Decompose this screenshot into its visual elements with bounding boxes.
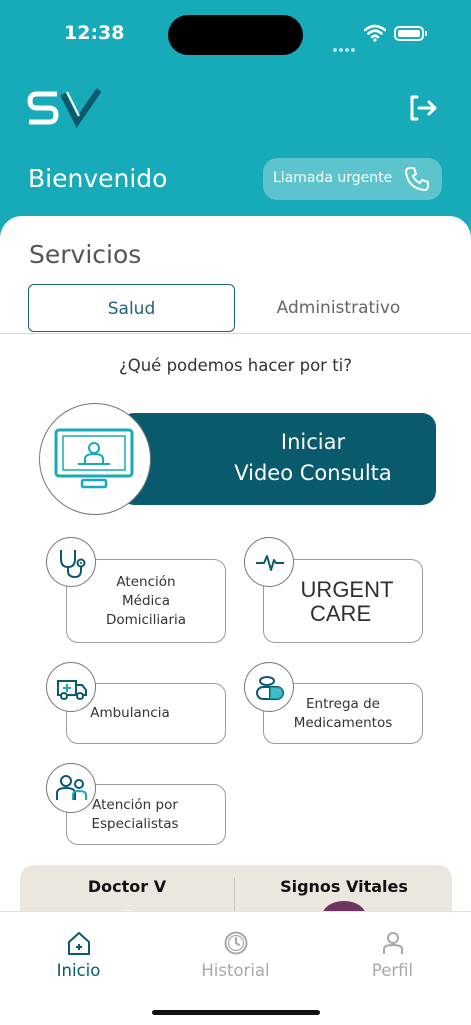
home-indicator	[152, 1010, 320, 1015]
app-header: 12:38 Bienvenido Llamada urgente	[0, 0, 471, 250]
service-ambulance[interactable]: Ambulancia	[46, 662, 226, 744]
video-consult-icon-circle[interactable]	[39, 403, 151, 515]
nav-label-historial: Historial	[201, 961, 270, 980]
urgent-call-label: Llamada urgente	[273, 170, 393, 186]
user-icon	[383, 932, 403, 954]
service-urgent-care[interactable]: URGENT CARE	[244, 537, 424, 643]
specialists-icon	[56, 775, 87, 800]
phone-icon	[405, 167, 429, 191]
ambulance-icon	[57, 680, 87, 700]
service-medication-line2: Medicamentos	[293, 715, 393, 731]
tab-administrativo[interactable]: Administrativo	[236, 284, 441, 332]
service-specialists-icon-circle	[46, 763, 96, 813]
service-home-care-line2: Médica	[122, 593, 170, 609]
service-medication-delivery[interactable]: Entrega de Medicamentos	[244, 662, 424, 744]
video-consult-line2: Video Consulta	[234, 461, 392, 485]
sv-logo-icon	[27, 88, 101, 128]
home-icon	[68, 932, 90, 955]
service-home-care-line3: Domiciliaria	[105, 612, 187, 628]
bottom-navigation: Inicio Historial Perfil	[0, 911, 471, 1025]
service-urgent-care-line2: CARE	[310, 601, 372, 626]
logout-icon[interactable]	[408, 94, 438, 122]
services-question: ¿Qué podemos hacer por ti?	[118, 356, 353, 375]
nav-item-inicio[interactable]: Inicio	[0, 912, 157, 992]
video-consult-button[interactable]: Iniciar Video Consulta	[120, 413, 436, 505]
service-home-care[interactable]: Atención Médica Domiciliaria	[46, 537, 226, 643]
service-urgent-care-line1: URGENT	[300, 577, 394, 602]
status-time: 12:38	[64, 22, 125, 44]
battery-icon	[394, 26, 427, 41]
stethoscope-icon	[60, 550, 86, 579]
doctor-v-card-title[interactable]: Doctor V	[20, 877, 234, 896]
clock-icon	[224, 931, 248, 955]
service-specialists-line2: Especialistas	[91, 816, 179, 832]
service-urgent-care-icon-circle	[244, 537, 294, 587]
nav-label-perfil: Perfil	[371, 961, 414, 980]
nav-item-perfil[interactable]: Perfil	[314, 912, 471, 992]
pill-bottle-icon	[256, 676, 284, 700]
vital-signs-card-title[interactable]: Signos Vitales	[236, 877, 452, 896]
service-medication-icon-circle	[244, 662, 294, 712]
nav-item-historial[interactable]: Historial	[157, 912, 314, 992]
service-specialists[interactable]: Atención por Especialistas	[46, 763, 226, 845]
signal-dots-icon	[333, 37, 359, 52]
dynamic-island	[168, 15, 303, 55]
tab-salud[interactable]: Salud	[28, 284, 235, 332]
nav-label-inicio: Inicio	[56, 961, 101, 980]
video-consult-line1: Iniciar	[280, 430, 346, 454]
heartbeat-icon	[256, 555, 284, 571]
services-title: Servicios	[29, 240, 142, 269]
service-home-care-icon-circle	[46, 537, 96, 587]
welcome-title: Bienvenido	[28, 164, 168, 193]
tabs-divider	[0, 333, 471, 334]
wifi-icon	[364, 24, 386, 42]
monitor-doctor-icon	[54, 428, 134, 489]
urgent-call-button[interactable]: Llamada urgente	[263, 158, 442, 200]
service-ambulance-icon-circle	[46, 662, 96, 712]
